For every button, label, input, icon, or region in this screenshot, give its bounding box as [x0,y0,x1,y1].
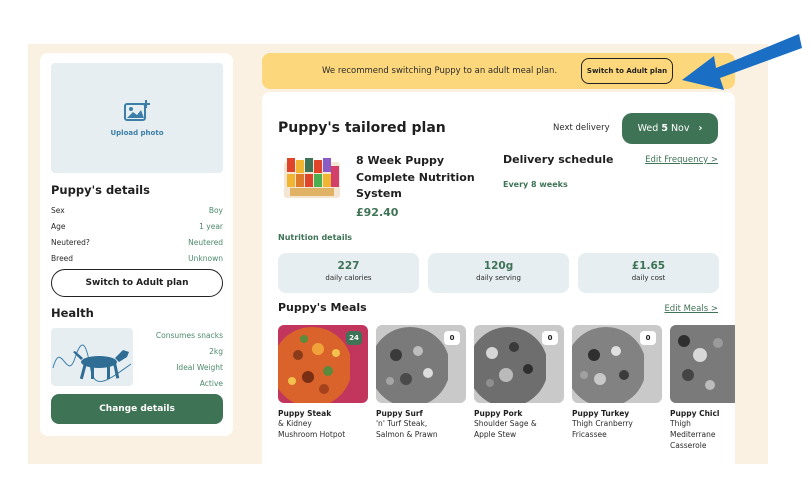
meal-description: Fricassee [572,430,607,439]
meal-name: Puppy Turkey [572,409,630,418]
details-title: Puppy's details [51,183,150,197]
detail-row-age: Age 1 year [51,222,223,231]
meal-card[interactable]: Puppy Chicl Thigh Mediterrane Casserole [670,325,735,451]
health-item: Ideal Weight [176,363,223,372]
meal-image [670,325,735,403]
detail-key: Age [51,222,66,231]
meal-description: Casserole [670,441,707,450]
meal-description: & Kidney [278,419,312,428]
meal-name: Puppy Steak [278,409,332,418]
upload-photo-area[interactable]: Upload photo [51,63,223,173]
meal-card[interactable]: 0 Puppy Pork Shoulder Sage & Apple Stew [474,325,564,440]
detail-row-neutered: Neutered? Neutered [51,238,223,247]
recommendation-banner: We recommend switching Puppy to an adult… [262,53,735,89]
meal-name: Puppy Pork [474,409,523,418]
meal-image: 0 [572,325,662,403]
detail-key: Neutered? [51,238,90,247]
meal-card[interactable]: 0 Puppy Turkey Thigh Cranberry Fricassee [572,325,662,440]
switch-adult-plan-button[interactable]: Switch to Adult plan [51,269,223,297]
meal-count-badge: 0 [640,331,656,345]
meal-description: Apple Stew [474,430,517,439]
detail-row-sex: Sex Boy [51,206,223,215]
meal-image: 0 [376,325,466,403]
banner-message: We recommend switching Puppy to an adult… [322,66,558,76]
change-details-button[interactable]: Change details [51,394,223,424]
health-item: Consumes snacks [155,331,223,340]
upload-photo-label: Upload photo [110,129,164,137]
meals-carousel[interactable]: 24 Puppy Steak & Kidney Mushroom Hotpot … [262,92,735,464]
meal-description: Thigh Cranberry [572,419,633,428]
detail-value: Neutered [188,238,223,247]
meal-count-badge: 24 [346,331,362,345]
detail-row-breed: Breed Unknown [51,254,223,263]
health-dog-illustration [51,328,133,386]
meal-image: 24 [278,325,368,403]
detail-key: Breed [51,254,74,263]
meal-count-badge: 0 [444,331,460,345]
detail-value: Boy [208,206,223,215]
detail-value: 1 year [199,222,223,231]
meal-description: Mediterrane [670,430,716,439]
health-item: Active [199,379,223,388]
meal-description: Salmon & Prawn [376,430,438,439]
pet-profile-card: Upload photo Puppy's details Sex Boy Age… [40,53,233,436]
pointer-arrow-icon [682,34,802,90]
banner-switch-adult-button[interactable]: Switch to Adult plan [581,58,673,84]
meal-name: Puppy Surf [376,409,423,418]
meal-count-badge: 0 [542,331,558,345]
health-list: Consumes snacks 2kg Ideal Weight Active [156,328,223,392]
meal-description: Thigh [670,419,691,428]
health-title: Health [51,306,94,320]
meal-description: Mushroom Hotpot [278,430,346,439]
meal-card[interactable]: 0 Puppy Surf 'n' Turf Steak, Salmon & Pr… [376,325,466,440]
plan-card: Puppy's tailored plan Next delivery Wed … [262,92,735,464]
health-item: 2kg [209,347,223,356]
meal-image: 0 [474,325,564,403]
meal-description: 'n' Turf Steak, [376,419,428,428]
meal-name: Puppy Chicl [670,409,720,418]
meal-description: Shoulder Sage & [474,419,537,428]
meal-card[interactable]: 24 Puppy Steak & Kidney Mushroom Hotpot [278,325,368,440]
detail-key: Sex [51,206,65,215]
photo-upload-icon [124,100,150,121]
detail-value: Unknown [188,254,223,263]
